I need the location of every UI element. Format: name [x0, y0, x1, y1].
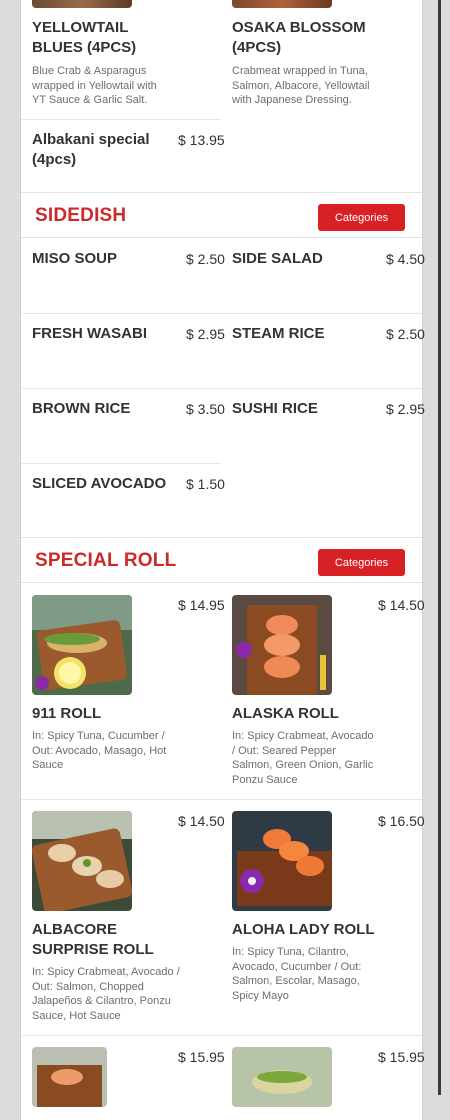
section-header-sidedish: SIDEDISH Categories	[21, 192, 422, 238]
item-photo	[32, 0, 132, 8]
item-price: $ 1.50	[186, 476, 225, 492]
item-price: $ 15.95	[378, 1049, 425, 1065]
item-name: STEAM RICE	[232, 325, 325, 342]
menu-item-alaska-roll[interactable]: $ 14.50 ALASKA ROLL In: Spicy Crabmeat, …	[221, 583, 425, 799]
section-title: SPECIAL ROLL	[35, 550, 177, 571]
item-photo	[32, 811, 132, 911]
item-name: Albakani special (4pcs)	[32, 131, 150, 168]
item-photo	[232, 0, 332, 8]
item-price: $ 2.50	[386, 326, 425, 342]
item-description: In: Spicy Crabmeat, Avocado / Out: Salmo…	[32, 966, 180, 1022]
item-price: $ 13.95	[178, 132, 225, 148]
item-photo	[232, 595, 332, 695]
menu-item-fresh-wasabi[interactable]: FRESH WASABI $ 2.95	[21, 313, 225, 388]
menu-item-albakani-special[interactable]: Albakani special (4pcs) $ 13.95	[21, 120, 225, 192]
menu-item-osaka-blossom[interactable]: OSAKA BLOSSOM (4PCS) Crabmeat wrapped in…	[221, 0, 422, 192]
menu-item-miso-soup[interactable]: MISO SOUP $ 2.50	[21, 238, 225, 313]
item-description: In: Spicy Tuna, Cilantro, Avocado, Cucum…	[232, 946, 362, 1002]
item-name: ALBACORE SURPRISE ROLL	[32, 921, 154, 958]
categories-button[interactable]: Categories	[318, 549, 405, 576]
item-price: $ 2.50	[186, 251, 225, 267]
item-name: ALASKA ROLL	[232, 705, 339, 722]
categories-button[interactable]: Categories	[318, 204, 405, 231]
menu-item-partial-right[interactable]: $ 15.95	[221, 1035, 425, 1120]
item-price: $ 2.95	[186, 326, 225, 342]
item-photo	[232, 811, 332, 911]
item-name: SUSHI RICE	[232, 400, 318, 417]
menu-item-side-salad[interactable]: SIDE SALAD $ 4.50	[221, 238, 425, 313]
item-price: $ 14.50	[178, 813, 225, 829]
menu-item-911-roll[interactable]: $ 14.95 911 ROLL In: Spicy Tuna, Cucumbe…	[21, 583, 225, 799]
menu-item-sushi-rice[interactable]: SUSHI RICE $ 2.95	[221, 388, 425, 463]
item-name: YELLOWTAIL BLUES (4PCS)	[32, 19, 137, 56]
menu-item-steam-rice[interactable]: STEAM RICE $ 2.50	[221, 313, 425, 388]
menu-item-partial-left[interactable]: $ 15.95	[21, 1035, 225, 1120]
menu-page: YELLOWTAIL BLUES (4PCS) Blue Crab & Aspa…	[20, 0, 425, 1120]
item-price: $ 15.95	[178, 1049, 225, 1065]
item-name: OSAKA BLOSSOM (4PCS)	[232, 19, 366, 56]
item-photo	[232, 1047, 332, 1107]
section-title: SIDEDISH	[35, 205, 127, 226]
item-name: ALOHA LADY ROLL	[232, 921, 375, 938]
menu-item-sliced-avocado[interactable]: SLICED AVOCADO $ 1.50	[21, 463, 225, 537]
item-name: 911 ROLL	[32, 705, 102, 722]
item-name: MISO SOUP	[32, 250, 118, 267]
menu-item-aloha-lady-roll[interactable]: $ 16.50 ALOHA LADY ROLL In: Spicy Tuna, …	[221, 799, 425, 1035]
menu-item-brown-rice[interactable]: BROWN RICE $ 3.50	[21, 388, 225, 463]
item-description: Blue Crab & Asparagus wrapped in Yellowt…	[32, 65, 157, 107]
item-photo	[32, 1047, 107, 1107]
menu-item-albacore-surprise-roll[interactable]: $ 14.50 ALBACORE SURPRISE ROLL In: Spicy…	[21, 799, 225, 1035]
menu-item-yellowtail-blues[interactable]: YELLOWTAIL BLUES (4PCS) Blue Crab & Aspa…	[21, 0, 221, 119]
item-name: FRESH WASABI	[32, 325, 148, 342]
item-description: Crabmeat wrapped in Tuna, Salmon, Albaco…	[232, 65, 370, 107]
item-price: $ 14.95	[178, 597, 225, 613]
item-photo	[32, 595, 132, 695]
item-price: $ 3.50	[186, 401, 225, 417]
item-price: $ 2.95	[386, 401, 425, 417]
item-name: BROWN RICE	[32, 400, 131, 417]
item-price: $ 16.50	[378, 813, 425, 829]
scrollbar[interactable]	[438, 0, 441, 1095]
item-price: $ 14.50	[378, 597, 425, 613]
item-name: SLICED AVOCADO	[32, 475, 167, 492]
item-name: SIDE SALAD	[232, 250, 323, 267]
item-description: In: Spicy Crabmeat, Avocado / Out: Seare…	[232, 730, 374, 786]
section-header-special-roll: SPECIAL ROLL Categories	[21, 537, 422, 583]
item-price: $ 4.50	[386, 251, 425, 267]
item-description: In: Spicy Tuna, Cucumber / Out: Avocado,…	[32, 730, 167, 772]
